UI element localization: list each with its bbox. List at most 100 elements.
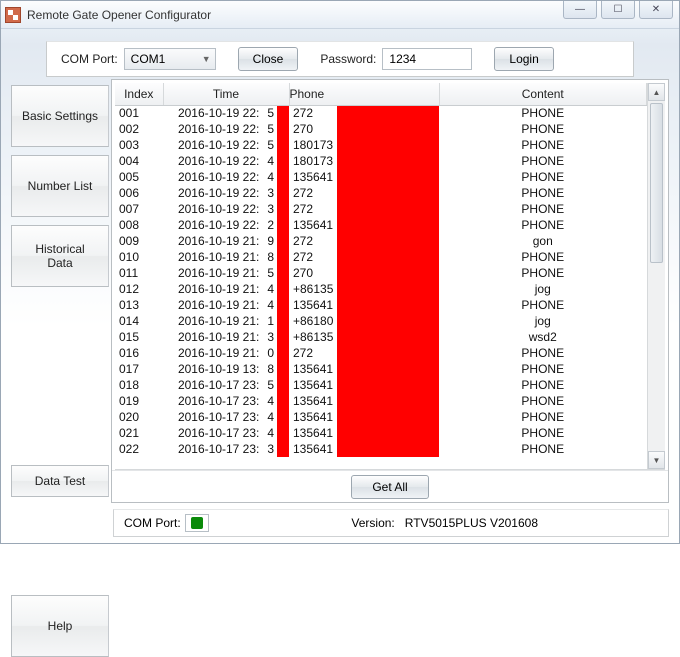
table-scrollbar[interactable]: ▲ ▼ xyxy=(647,83,665,469)
table-row[interactable]: 0072016-10-19 22:3272PHONE xyxy=(115,201,647,217)
chevron-down-icon: ▼ xyxy=(202,54,211,64)
window-title: Remote Gate Opener Configurator xyxy=(27,8,211,22)
cell-index: 017 xyxy=(115,361,163,377)
cell-phone: +86135 xyxy=(289,281,439,297)
col-header-time[interactable]: Time xyxy=(163,83,289,105)
redaction-mask xyxy=(337,297,439,313)
table-row[interactable]: 0022016-10-19 22:5270PHONE xyxy=(115,121,647,137)
cell-index: 013 xyxy=(115,297,163,313)
cell-index: 021 xyxy=(115,425,163,441)
password-input[interactable] xyxy=(382,48,472,70)
table-row[interactable]: 0102016-10-19 21:8272PHONE xyxy=(115,249,647,265)
col-header-phone[interactable]: Phone xyxy=(289,83,439,105)
table-row[interactable]: 0052016-10-19 22:4135641PHONE xyxy=(115,169,647,185)
cell-phone: +86180 xyxy=(289,313,439,329)
cell-phone: 135641 xyxy=(289,297,439,313)
tab-historical-data[interactable]: Historical Data xyxy=(11,225,109,287)
cell-index: 020 xyxy=(115,409,163,425)
cell-content: PHONE xyxy=(439,249,647,265)
redaction-mask xyxy=(277,233,289,249)
cell-phone: 272 xyxy=(289,345,439,361)
close-window-button[interactable]: ✕ xyxy=(639,1,673,19)
tab-help[interactable]: Help xyxy=(11,595,109,657)
cell-content: PHONE xyxy=(439,361,647,377)
scroll-thumb[interactable] xyxy=(650,103,663,263)
cell-phone: 272 xyxy=(289,105,439,121)
cell-time: 2016-10-19 22:5 xyxy=(163,137,289,153)
table-row[interactable]: 0132016-10-19 21:4135641PHONE xyxy=(115,297,647,313)
cell-phone: 135641 xyxy=(289,361,439,377)
redaction-mask xyxy=(277,345,289,361)
top-toolbar: COM Port: COM1 ▼ Close Password: Login xyxy=(46,41,634,77)
cell-index: 006 xyxy=(115,185,163,201)
cell-content: jog xyxy=(439,281,647,297)
cell-index: 010 xyxy=(115,249,163,265)
cell-content: gon xyxy=(439,233,647,249)
table-row[interactable]: 0222016-10-17 23:3135641PHONE xyxy=(115,441,647,457)
redaction-mask xyxy=(337,441,439,457)
table-row[interactable]: 0042016-10-19 22:4180173PHONE xyxy=(115,153,647,169)
scroll-down-arrow-icon[interactable]: ▼ xyxy=(648,451,665,469)
table-row[interactable]: 0012016-10-19 22:5272PHONE xyxy=(115,105,647,121)
redaction-mask xyxy=(277,217,289,233)
cell-content: PHONE xyxy=(439,393,647,409)
table-row[interactable]: 0202016-10-17 23:4135641PHONE xyxy=(115,409,647,425)
com-port-select[interactable]: COM1 ▼ xyxy=(124,48,216,70)
redaction-mask xyxy=(277,185,289,201)
minimize-button[interactable]: — xyxy=(563,1,597,19)
maximize-button[interactable]: ☐ xyxy=(601,1,635,19)
table-row[interactable]: 0172016-10-19 13:8135641PHONE xyxy=(115,361,647,377)
cell-time: 2016-10-17 23:4 xyxy=(163,393,289,409)
cell-phone: 180173 xyxy=(289,153,439,169)
cell-phone: 135641 xyxy=(289,393,439,409)
table-row[interactable]: 0122016-10-19 21:4+86135jog xyxy=(115,281,647,297)
cell-index: 008 xyxy=(115,217,163,233)
redaction-mask xyxy=(337,409,439,425)
cell-phone: 135641 xyxy=(289,377,439,393)
cell-content: PHONE xyxy=(439,105,647,121)
cell-time: 2016-10-19 21:1 xyxy=(163,313,289,329)
redaction-mask xyxy=(337,169,439,185)
table-row[interactable]: 0182016-10-17 23:5135641PHONE xyxy=(115,377,647,393)
tab-data-test[interactable]: Data Test xyxy=(11,465,109,497)
status-com-port-label: COM Port: xyxy=(124,516,181,530)
table-row[interactable]: 0212016-10-17 23:4135641PHONE xyxy=(115,425,647,441)
col-header-index[interactable]: Index xyxy=(115,83,163,105)
table-row[interactable]: 0082016-10-19 22:2135641PHONE xyxy=(115,217,647,233)
table-row[interactable]: 0112016-10-19 21:5270PHONE xyxy=(115,265,647,281)
scroll-up-arrow-icon[interactable]: ▲ xyxy=(648,83,665,101)
table-row[interactable]: 0062016-10-19 22:3272PHONE xyxy=(115,185,647,201)
cell-phone: 272 xyxy=(289,249,439,265)
redaction-mask xyxy=(277,377,289,393)
col-header-content[interactable]: Content xyxy=(439,83,647,105)
table-row[interactable]: 0192016-10-17 23:4135641PHONE xyxy=(115,393,647,409)
redaction-mask xyxy=(337,217,439,233)
titlebar: Remote Gate Opener Configurator — ☐ ✕ xyxy=(1,1,679,29)
tab-number-list[interactable]: Number List xyxy=(11,155,109,217)
cell-phone: 270 xyxy=(289,265,439,281)
cell-time: 2016-10-17 23:4 xyxy=(163,425,289,441)
cell-time: 2016-10-19 21:9 xyxy=(163,233,289,249)
app-icon xyxy=(5,7,21,23)
redaction-mask xyxy=(337,425,439,441)
cell-content: jog xyxy=(439,313,647,329)
cell-time: 2016-10-19 22:3 xyxy=(163,185,289,201)
table-row[interactable]: 0152016-10-19 21:3+86135wsd2 xyxy=(115,329,647,345)
password-label: Password: xyxy=(320,52,376,66)
login-button[interactable]: Login xyxy=(494,47,553,71)
cell-time: 2016-10-19 21:4 xyxy=(163,281,289,297)
get-all-button[interactable]: Get All xyxy=(351,475,428,499)
table-row[interactable]: 0162016-10-19 21:0272PHONE xyxy=(115,345,647,361)
cell-phone: 180173 xyxy=(289,137,439,153)
table-row[interactable]: 0092016-10-19 21:9272gon xyxy=(115,233,647,249)
cell-content: wsd2 xyxy=(439,329,647,345)
table-row[interactable]: 0032016-10-19 22:5180173PHONE xyxy=(115,137,647,153)
historical-data-table: Index Time Phone Content 0012016-10-19 2… xyxy=(115,83,647,457)
redaction-mask xyxy=(277,201,289,217)
close-port-button[interactable]: Close xyxy=(238,47,299,71)
table-row[interactable]: 0142016-10-19 21:1+86180jog xyxy=(115,313,647,329)
redaction-mask xyxy=(277,249,289,265)
tab-basic-settings[interactable]: Basic Settings xyxy=(11,85,109,147)
cell-index: 016 xyxy=(115,345,163,361)
cell-index: 002 xyxy=(115,121,163,137)
